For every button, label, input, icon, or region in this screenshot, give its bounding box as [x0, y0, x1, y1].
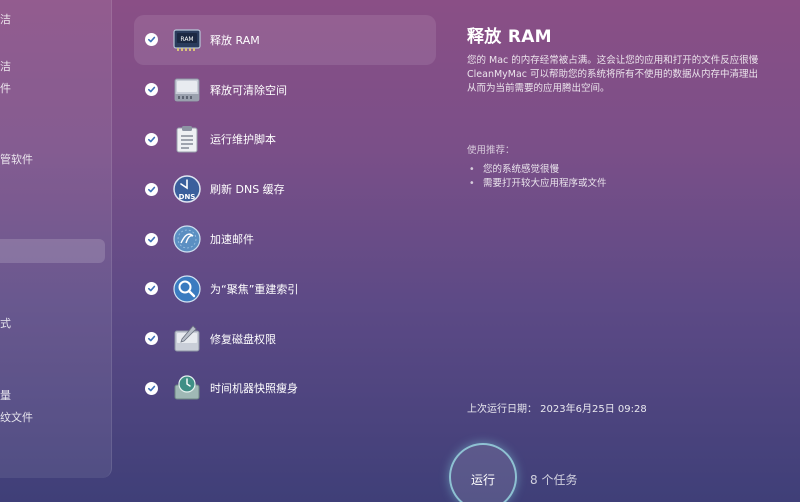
ram-chip-icon: RAM: [172, 25, 202, 55]
recommendation-item: 您的系统感觉很慢: [467, 163, 800, 177]
task-label: 刷新 DNS 缓存: [210, 183, 285, 197]
sidebar-selected-item[interactable]: [0, 239, 105, 263]
detail-description-line: 您的 Mac 的内存经常被占满。这会让您的应用和打开的文件反应很慢: [467, 55, 759, 66]
checkbox-checked-icon[interactable]: [145, 132, 158, 146]
run-button[interactable]: 运行: [449, 443, 517, 502]
task-reindex-spotlight[interactable]: 为“聚焦”重建索引: [134, 264, 436, 314]
checkbox-checked-icon[interactable]: [145, 282, 158, 296]
sidebar-item-fragment[interactable]: 管软件: [0, 151, 33, 167]
checkbox-checked-icon[interactable]: [145, 381, 158, 395]
task-free-ram[interactable]: RAM 释放 RAM: [134, 15, 436, 65]
recommendations-list: 您的系统感觉很慢 需要打开较大应用程序或文件: [467, 163, 800, 191]
disk-repair-icon: [172, 324, 202, 354]
recommendation-item: 需要打开较大应用程序或文件: [467, 177, 800, 191]
sidebar-item-fragment[interactable]: 洁: [0, 58, 11, 74]
task-free-purgeable-space[interactable]: 释放可清除空间: [134, 65, 436, 115]
task-speed-up-mail[interactable]: 加速邮件: [134, 214, 436, 264]
sidebar-item-fragment[interactable]: 量: [0, 387, 11, 403]
svg-text:RAM: RAM: [180, 36, 193, 43]
maintenance-task-list: RAM 释放 RAM 释放可清除空间 运行维护脚本 DNS 刷新 DNS 缓存 …: [134, 15, 436, 413]
task-label: 释放可清除空间: [210, 83, 287, 97]
sidebar-item-fragment[interactable]: 式: [0, 315, 11, 331]
svg-text:DNS: DNS: [179, 193, 196, 201]
checkbox-checked-icon[interactable]: [145, 83, 158, 97]
sidebar: 洁 洁 件 管软件 式 量 纹文件: [0, 0, 112, 478]
task-label: 加速邮件: [210, 233, 254, 247]
task-label: 时间机器快照瘦身: [210, 382, 298, 396]
sidebar-item-fragment[interactable]: 件: [0, 80, 11, 96]
time-machine-icon: [172, 373, 202, 403]
task-label: 释放 RAM: [210, 33, 260, 47]
dns-clock-icon: DNS: [172, 174, 202, 204]
disk-drive-icon: [172, 75, 202, 105]
spotlight-search-icon: [172, 274, 202, 304]
task-flush-dns-cache[interactable]: DNS 刷新 DNS 缓存: [134, 164, 436, 214]
detail-title: 释放 RAM: [467, 27, 552, 47]
task-repair-disk-permissions[interactable]: 修复磁盘权限: [134, 314, 436, 364]
sidebar-item-fragment[interactable]: 纹文件: [0, 409, 33, 425]
recommendations-heading: 使用推荐：: [467, 145, 515, 156]
selected-task-count: 8 个任务: [530, 473, 578, 487]
checkbox-checked-icon[interactable]: [145, 33, 158, 47]
sidebar-item-fragment[interactable]: 洁: [0, 11, 11, 27]
mail-stamp-icon: [172, 224, 202, 254]
task-label: 运行维护脚本: [210, 133, 276, 147]
last-run-date: 上次运行日期： 2023年6月25日 09:28: [467, 404, 647, 415]
task-detail-panel: 释放 RAM 您的 Mac 的内存经常被占满。这会让您的应用和打开的文件反应很慢…: [467, 22, 800, 191]
clipboard-script-icon: [172, 124, 202, 154]
task-label: 为“聚焦”重建索引: [210, 282, 299, 296]
task-thin-time-machine-snapshots[interactable]: 时间机器快照瘦身: [134, 364, 436, 414]
checkbox-checked-icon[interactable]: [145, 232, 158, 246]
detail-description-line: 从而为当前需要的应用腾出空间。: [467, 83, 610, 94]
checkbox-checked-icon[interactable]: [145, 182, 158, 196]
run-button-label: 运行: [470, 473, 495, 487]
task-run-maintenance-scripts[interactable]: 运行维护脚本: [134, 115, 436, 165]
detail-description-line: CleanMyMac 可以帮助您的系统将所有不使用的数据从内存中清理出: [467, 69, 759, 80]
task-label: 修复磁盘权限: [210, 332, 276, 346]
checkbox-checked-icon[interactable]: [145, 332, 158, 346]
